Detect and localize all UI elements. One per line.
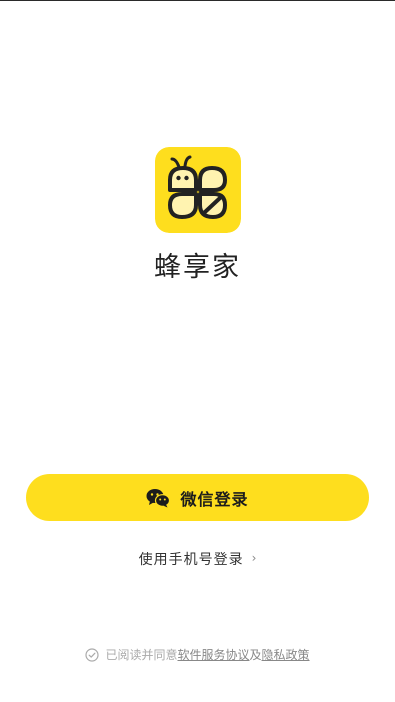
check-circle-icon[interactable] — [85, 647, 100, 662]
phone-login-label: 使用手机号登录 — [138, 552, 244, 568]
privacy-link[interactable]: 隐私政策 — [262, 646, 310, 663]
wechat-login-label: 微信登录 — [180, 489, 249, 509]
wechat-icon — [146, 488, 171, 508]
agreement-row: 已阅读并同意 软件服务协议 及 隐私政策 — [0, 646, 395, 663]
agreement-prefix: 已阅读并同意 — [105, 648, 178, 662]
terms-link[interactable]: 软件服务协议 — [177, 646, 249, 663]
phone-login-link[interactable]: 使用手机号登录 › — [0, 549, 395, 569]
status-bar-divider — [0, 0, 395, 1]
agreement-joiner: 及 — [249, 648, 262, 662]
wechat-login-button[interactable]: 微信登录 — [26, 474, 369, 521]
app-name: 蜂享家 — [154, 252, 241, 283]
bee-logo-icon — [155, 147, 241, 233]
chevron-right-icon: › — [251, 551, 257, 565]
